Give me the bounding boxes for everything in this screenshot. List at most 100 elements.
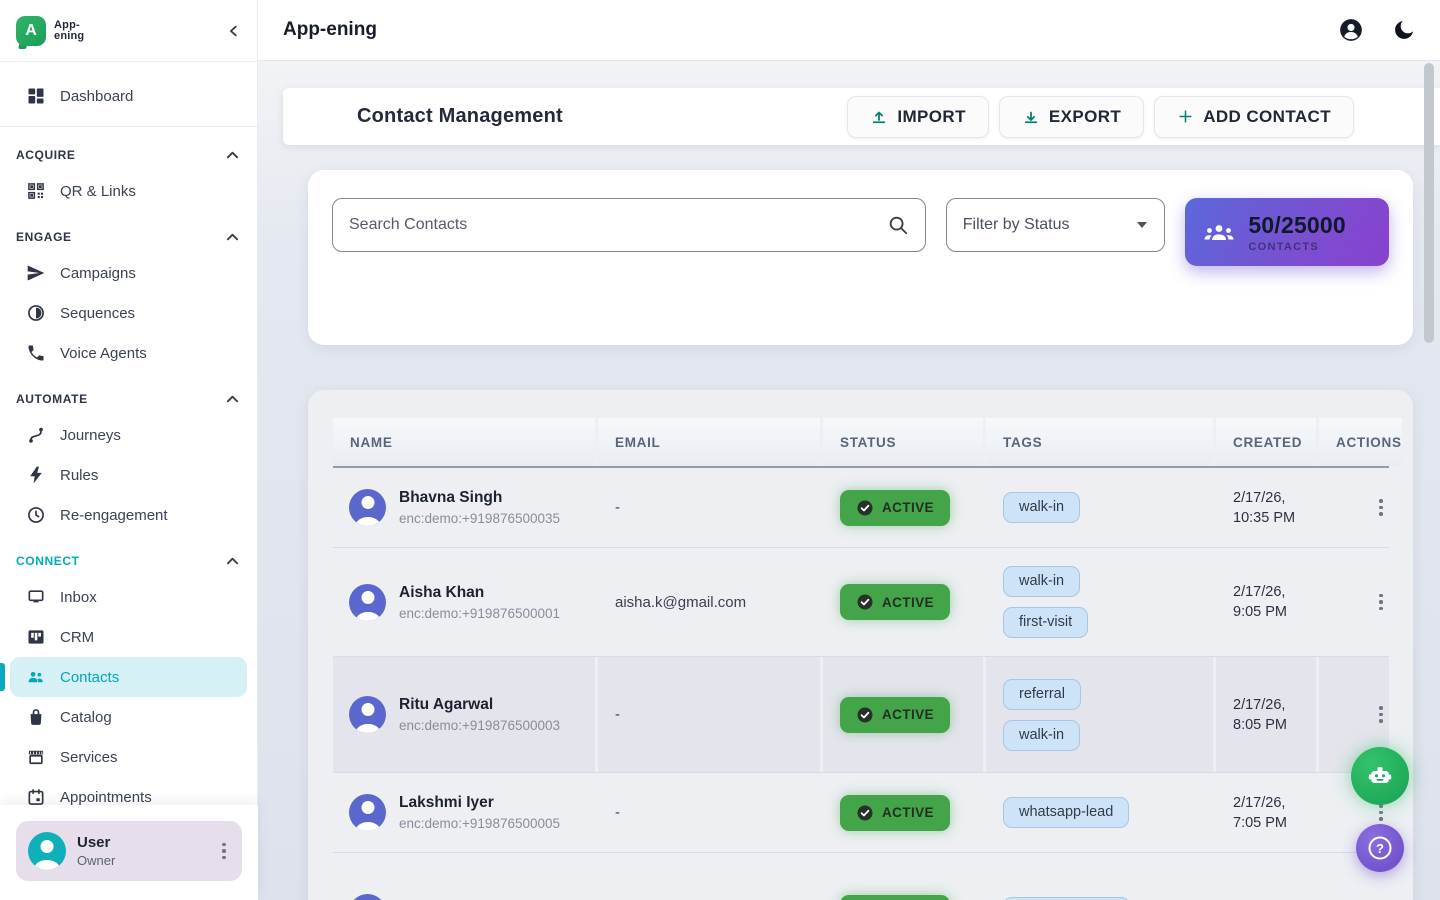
sidebar-item-voice-agents[interactable]: Voice Agents <box>0 333 257 373</box>
created-time: 10:35 PM <box>1233 508 1295 528</box>
dashboard-icon <box>26 86 46 106</box>
status-badge: ACTIVE <box>840 697 950 733</box>
export-label: EXPORT <box>1049 107 1121 127</box>
sidebar-item-label: QR & Links <box>60 183 136 200</box>
chevron-up-icon <box>226 150 239 160</box>
sidebar-item-label: Appointments <box>60 789 152 806</box>
import-button[interactable]: IMPORT <box>847 96 989 138</box>
section-connect[interactable]: CONNECT <box>0 551 257 571</box>
contact-created-cell: 2/17/26, 7:05 PM <box>1216 773 1316 852</box>
logo-line1: App- <box>54 20 84 31</box>
account-button[interactable] <box>1338 17 1364 43</box>
section-label: CONNECT <box>16 554 80 568</box>
search-contacts-field[interactable] <box>332 198 926 252</box>
sidebar-item-contacts[interactable]: Contacts <box>10 657 247 697</box>
half-circle-icon <box>26 303 46 323</box>
sidebar-item-re-engagement[interactable]: Re-engagement <box>0 495 257 535</box>
user-menu-button[interactable] <box>216 837 232 866</box>
contact-name-cell: Bhavna Singh enc:demo:+919876500035 <box>333 468 595 547</box>
contact-toolbar: Contact Management IMPORT EXPORT ADD CON… <box>283 88 1440 145</box>
contact-email <box>598 853 820 900</box>
contact-name-cell: Aisha Khan enc:demo:+919876500001 <box>333 548 595 656</box>
status-filter-select[interactable]: Filter by Status <box>946 198 1166 252</box>
row-actions-menu-button[interactable] <box>1373 588 1389 617</box>
status-label: ACTIVE <box>882 805 934 820</box>
help-fab-button[interactable]: ? <box>1356 824 1404 872</box>
contacts-count-label: CONTACTS <box>1248 241 1346 253</box>
sidebar-item-label: Services <box>60 749 118 766</box>
status-badge: ACTIVE <box>840 895 950 900</box>
main-content: Contact Management IMPORT EXPORT ADD CON… <box>258 61 1440 900</box>
section-label: AUTOMATE <box>16 392 88 406</box>
user-card[interactable]: User Owner <box>16 821 242 881</box>
clock-icon <box>26 505 46 525</box>
contact-phone: enc:demo:+919876500005 <box>399 816 560 831</box>
section-acquire[interactable]: ACQUIRE <box>0 145 257 165</box>
sidebar-item-appointments[interactable]: Appointments <box>0 777 257 805</box>
contact-tags-cell: walk-in <box>986 468 1213 547</box>
sidebar-item-rules[interactable]: Rules <box>0 455 257 495</box>
chatbot-fab-button[interactable] <box>1351 747 1409 805</box>
search-input[interactable] <box>349 216 887 234</box>
row-actions-menu-button[interactable] <box>1373 700 1389 729</box>
contact-avatar <box>349 794 386 831</box>
top-header: App-ening <box>258 0 1440 61</box>
contact-email: aisha.k@gmail.com <box>598 548 820 656</box>
sidebar-item-journeys[interactable]: Journeys <box>0 415 257 455</box>
sidebar-item-label: Dashboard <box>60 88 133 105</box>
add-contact-label: ADD CONTACT <box>1203 107 1331 127</box>
column-header-created[interactable]: CREATED <box>1216 418 1316 466</box>
contact-actions-cell <box>1319 548 1389 656</box>
search-filter-card: Filter by Status 50/25000 CONTACTS <box>308 170 1413 345</box>
sidebar-item-sequences[interactable]: Sequences <box>0 293 257 333</box>
sidebar-item-crm[interactable]: CRM <box>0 617 257 657</box>
sidebar-item-catalog[interactable]: Catalog <box>0 697 257 737</box>
contact-avatar <box>349 584 386 621</box>
chevron-left-icon <box>227 24 241 38</box>
section-engage[interactable]: ENGAGE <box>0 227 257 247</box>
lightning-bolt-icon <box>26 465 46 485</box>
search-icon[interactable] <box>887 214 909 236</box>
contact-name: Lakshmi Iyer <box>399 794 560 812</box>
sidebar-item-label: Campaigns <box>60 265 136 282</box>
contact-name: Aisha Khan <box>399 584 560 602</box>
dark-mode-toggle[interactable] <box>1392 18 1416 42</box>
inbox-icon <box>26 587 46 607</box>
check-circle-icon <box>856 593 874 611</box>
people-icon <box>26 667 46 687</box>
vertical-scrollbar-thumb[interactable] <box>1424 63 1434 343</box>
sidebar-logo-row: A App- ening <box>0 0 257 62</box>
sidebar-collapse-button[interactable] <box>227 24 241 38</box>
contact-avatar <box>349 489 386 526</box>
section-automate[interactable]: AUTOMATE <box>0 389 257 409</box>
export-button[interactable]: EXPORT <box>999 96 1144 138</box>
sidebar-item-campaigns[interactable]: Campaigns <box>0 253 257 293</box>
contacts-counter-badge: 50/25000 CONTACTS <box>1185 198 1389 266</box>
add-contact-button[interactable]: ADD CONTACT <box>1154 96 1354 138</box>
table-row: Jyoti Rawat ACTIVE campaign-lead 2/17/26… <box>333 853 1389 900</box>
created-date: 2/17/26, <box>1233 582 1285 602</box>
contact-tags-cell: campaign-lead <box>986 853 1213 900</box>
contact-status-cell: ACTIVE <box>823 773 983 852</box>
contact-avatar <box>349 894 386 900</box>
column-header-status[interactable]: STATUS <box>823 418 983 466</box>
status-badge: ACTIVE <box>840 584 950 620</box>
user-name: User <box>77 834 115 851</box>
check-circle-icon <box>856 804 874 822</box>
contact-tags-cell: referral walk-in <box>986 657 1213 772</box>
sidebar-item-services[interactable]: Services <box>0 737 257 777</box>
column-header-tags[interactable]: TAGS <box>986 418 1213 466</box>
sidebar-item-label: Inbox <box>60 589 97 606</box>
sidebar-item-inbox[interactable]: Inbox <box>0 577 257 617</box>
groups-icon <box>1203 220 1235 244</box>
column-header-actions: ACTIONS <box>1319 418 1402 466</box>
sidebar-item-qr-links[interactable]: QR & Links <box>0 171 257 211</box>
sidebar-nav: Dashboard ACQUIRE QR & Links ENGAGE Camp… <box>0 62 257 805</box>
column-header-email[interactable]: EMAIL <box>598 418 820 466</box>
user-role: Owner <box>77 853 115 868</box>
column-header-name[interactable]: NAME <box>333 418 595 466</box>
tag-pill: walk-in <box>1003 566 1080 597</box>
table-row: Aisha Khan enc:demo:+919876500001 aisha.… <box>333 548 1389 657</box>
sidebar-item-dashboard[interactable]: Dashboard <box>0 76 257 116</box>
row-actions-menu-button[interactable] <box>1373 493 1389 522</box>
